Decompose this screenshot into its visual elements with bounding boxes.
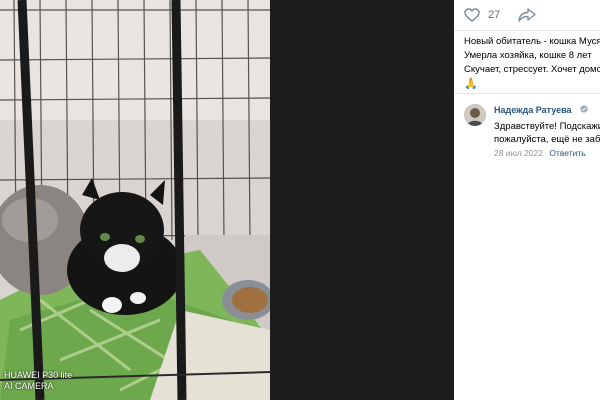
post-text: Новый обитатель - кошка Муся Умерла хозя…	[464, 35, 600, 91]
divider	[454, 93, 600, 94]
comment-author[interactable]: Надежда Ратуева	[494, 105, 572, 115]
share-arrow-icon	[518, 8, 536, 22]
pray-emoji-icon: 🙏	[464, 78, 478, 90]
reply-button[interactable]: Ответить	[549, 148, 585, 158]
camera-watermark-model: HUAWEI P30 lite	[4, 370, 73, 380]
comment-text: Здравствуйте! Подскажите, пожалуйста, ещ…	[494, 120, 600, 146]
photo-viewer: HUAWEI P30 lite AI CAMERA 27 Новый обита…	[0, 0, 600, 400]
comment-body: Надежда Ратуева Здравствуйте! Подскажите…	[494, 100, 600, 158]
comment-text-line: Здравствуйте! Подскажите,	[494, 121, 600, 132]
comment-date[interactable]: 28 июл 2022	[494, 148, 543, 158]
camera-watermark: HUAWEI P30 lite AI CAMERA	[4, 370, 72, 392]
avatar[interactable]	[464, 104, 486, 126]
post-text-line: Умерла хозяйка, кошке 8 лет	[464, 50, 592, 61]
comment-meta: 28 июл 2022 Ответить	[494, 148, 600, 158]
camera-watermark-label: AI CAMERA	[4, 381, 54, 391]
like-count: 27	[488, 9, 501, 21]
post-text-line: Новый обитатель - кошка Муся	[464, 36, 600, 47]
post-side-panel: 27 Новый обитатель - кошка Муся Умерла х…	[454, 0, 600, 400]
comment-text-line: пожалуйста, ещё не забрали	[494, 134, 600, 145]
avatar-image	[464, 104, 486, 126]
viewer-backdrop-right	[270, 0, 454, 400]
post-text-line: Скучает, стрессует. Хочет домой	[464, 64, 600, 75]
like-button[interactable]: 27	[464, 8, 500, 22]
post-actions: 27	[464, 6, 536, 24]
divider	[454, 30, 600, 31]
cat-photo-image	[0, 0, 270, 400]
share-button[interactable]	[518, 8, 536, 22]
heart-outline-icon	[464, 8, 480, 22]
verified-badge-icon	[580, 105, 588, 113]
post-photo[interactable]: HUAWEI P30 lite AI CAMERA	[0, 0, 270, 400]
